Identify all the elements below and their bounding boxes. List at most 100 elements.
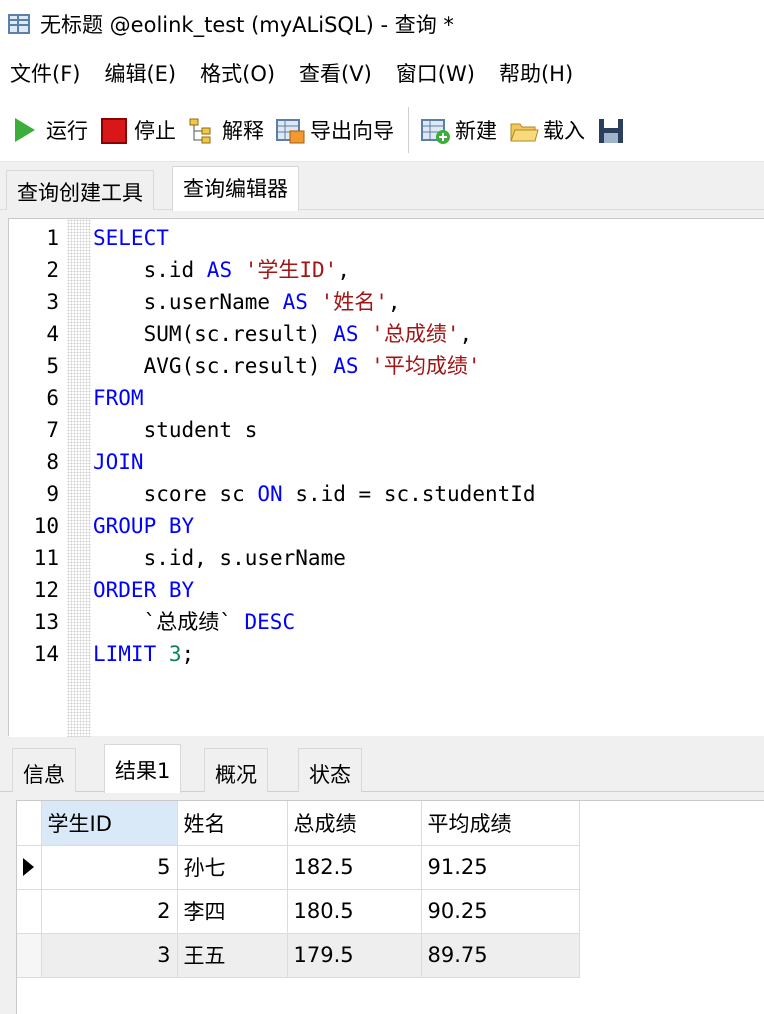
explain-button[interactable]: 解释 (188, 110, 264, 150)
explain-label: 解释 (222, 118, 264, 143)
code-line[interactable]: 5 AVG(sc.result) AS '平均成绩' (9, 350, 764, 382)
menu-edit[interactable]: 编辑(E) (92, 58, 188, 88)
new-query-icon (421, 117, 450, 144)
code-text[interactable]: ORDER BY (93, 574, 194, 606)
line-number: 12 (33, 578, 59, 602)
menu-file[interactable]: 文件(F) (0, 58, 92, 88)
code-text[interactable]: LIMIT 3; (93, 638, 194, 670)
cell-average-score[interactable]: 91.25 (421, 845, 580, 890)
line-number: 13 (33, 610, 59, 634)
line-number: 11 (33, 546, 59, 570)
export-wizard-button[interactable]: 导出向导 (276, 110, 394, 150)
menu-window[interactable]: 窗口(W) (384, 58, 487, 88)
code-line[interactable]: 12 ORDER BY (9, 574, 764, 606)
cell-name[interactable]: 王五 (177, 933, 288, 978)
tab-query-builder[interactable]: 查询创建工具 (6, 170, 154, 210)
line-number: 4 (46, 322, 59, 346)
cell-total-score[interactable]: 182.5 (287, 845, 422, 890)
code-text[interactable]: s.id AS '学生ID', (93, 254, 350, 286)
code-text[interactable]: GROUP BY (93, 510, 194, 542)
code-line[interactable]: 3 s.userName AS '姓名', (9, 286, 764, 318)
query-tab-strip: 查询创建工具 查询编辑器 (0, 162, 764, 211)
column-header-name[interactable]: 姓名 (177, 801, 288, 846)
header-row: 学生ID 姓名 总成绩 平均成绩 (17, 801, 580, 846)
line-number: 3 (46, 290, 59, 314)
code-line[interactable]: 13 `总成绩` DESC (9, 606, 764, 638)
save-button[interactable] (597, 110, 631, 150)
code-line[interactable]: 10 GROUP BY (9, 510, 764, 542)
sql-editor[interactable]: 1 SELECT 2 s.id AS '学生ID', 3 s.userName AS … (8, 218, 764, 737)
table-row[interactable]: 3 王五 179.5 89.75 (17, 933, 580, 978)
column-header-average-score[interactable]: 平均成绩 (421, 801, 580, 846)
window-title: 无标题 @eolink_test (myALiSQL) - 查询 * (40, 13, 454, 37)
code-line[interactable]: 2 s.id AS '学生ID', (9, 254, 764, 286)
menu-view[interactable]: 查看(V) (287, 58, 384, 88)
line-number: 2 (46, 258, 59, 282)
table-row[interactable]: 5 孙七 182.5 91.25 (17, 845, 580, 890)
code-text[interactable]: score sc ON s.id = sc.studentId (93, 478, 536, 510)
cell-student-id[interactable]: 3 (41, 933, 178, 978)
line-number: 14 (33, 642, 59, 666)
toolbar: 运行 停止 解释 导出向导 新建 载入 (0, 98, 764, 162)
run-button[interactable]: 运行 (12, 110, 88, 150)
cell-name[interactable]: 孙七 (177, 845, 288, 890)
code-text[interactable]: s.userName AS '姓名', (93, 286, 401, 318)
menu-help[interactable]: 帮助(H) (487, 58, 585, 88)
code-text[interactable]: `总成绩` DESC (93, 606, 296, 638)
tab-result-1[interactable]: 结果1 (104, 744, 182, 793)
code-text[interactable]: JOIN (93, 446, 144, 478)
row-indicator-header (17, 801, 42, 846)
code-line[interactable]: 14 LIMIT 3; (9, 638, 764, 670)
cell-total-score[interactable]: 179.5 (287, 933, 422, 978)
stop-button[interactable]: 停止 (100, 110, 176, 150)
cell-average-score[interactable]: 89.75 (421, 933, 580, 978)
tab-query-editor[interactable]: 查询编辑器 (172, 166, 299, 211)
line-number: 1 (46, 226, 59, 250)
run-label: 运行 (46, 118, 88, 143)
code-text[interactable]: AVG(sc.result) AS '平均成绩' (93, 350, 481, 382)
toolbar-divider (408, 106, 409, 153)
tab-info[interactable]: 信息 (12, 748, 76, 792)
cell-student-id[interactable]: 5 (41, 845, 178, 890)
code-text[interactable]: SELECT (93, 222, 169, 254)
row-indicator (17, 889, 42, 934)
load-label: 载入 (543, 118, 585, 143)
code-line[interactable]: 7 student s (9, 414, 764, 446)
menu-bar: 文件(F) 编辑(E) 格式(O) 查看(V) 窗口(W) 帮助(H) (0, 48, 764, 98)
tab-status[interactable]: 状态 (298, 748, 362, 792)
code-line[interactable]: 8 JOIN (9, 446, 764, 478)
code-text[interactable]: s.id, s.userName (93, 542, 346, 574)
result-grid[interactable]: 学生ID 姓名 总成绩 平均成绩 5 孙七 182.5 91.25 2 李四 1… (16, 800, 764, 1014)
line-number: 10 (33, 514, 59, 538)
code-line[interactable]: 4 SUM(sc.result) AS '总成绩', (9, 318, 764, 350)
code-text[interactable]: FROM (93, 382, 144, 414)
code-text[interactable]: student s (93, 414, 258, 446)
new-label: 新建 (455, 118, 497, 143)
cell-name[interactable]: 李四 (177, 889, 288, 934)
cell-total-score[interactable]: 180.5 (287, 889, 422, 934)
cell-average-score[interactable]: 90.25 (421, 889, 580, 934)
current-row-arrow-icon (23, 858, 34, 876)
new-button[interactable]: 新建 (421, 110, 497, 150)
code-line[interactable]: 1 SELECT (9, 222, 764, 254)
run-icon (12, 117, 38, 143)
line-number: 8 (46, 450, 59, 474)
column-header-student-id[interactable]: 学生ID (41, 801, 178, 846)
code-text[interactable]: SUM(sc.result) AS '总成绩', (93, 318, 473, 350)
line-number: 6 (46, 386, 59, 410)
table-app-icon (6, 11, 32, 37)
result-tab-strip: 信息 结果1 概况 状态 (0, 744, 764, 793)
code-line[interactable]: 11 s.id, s.userName (9, 542, 764, 574)
code-line[interactable]: 9 score sc ON s.id = sc.studentId (9, 478, 764, 510)
column-header-total-score[interactable]: 总成绩 (287, 801, 422, 846)
menu-format[interactable]: 格式(O) (188, 58, 287, 88)
table-row[interactable]: 2 李四 180.5 90.25 (17, 889, 580, 934)
row-indicator (17, 845, 42, 890)
load-button[interactable]: 载入 (509, 110, 585, 150)
explain-icon (188, 117, 214, 143)
export-label: 导出向导 (310, 118, 394, 143)
tab-profile[interactable]: 概况 (204, 748, 268, 792)
row-indicator (17, 933, 42, 978)
cell-student-id[interactable]: 2 (41, 889, 178, 934)
code-line[interactable]: 6 FROM (9, 382, 764, 414)
